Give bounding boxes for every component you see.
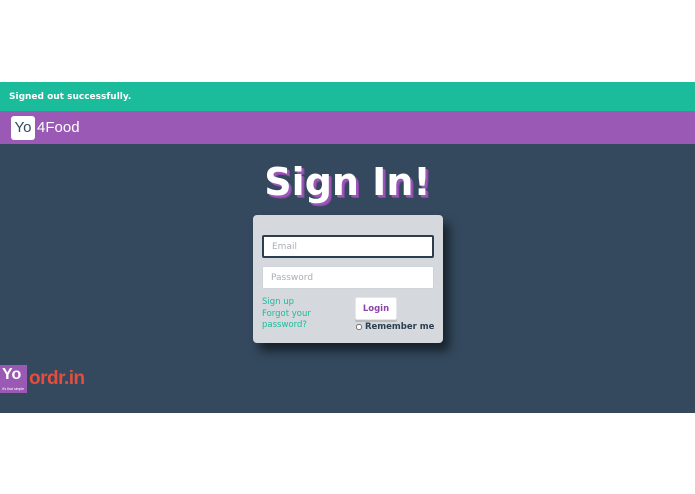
- footer-logos: Yo it's that simple ordr.in: [0, 365, 85, 393]
- remember-me-checkbox[interactable]: [356, 324, 362, 330]
- flash-notice: Signed out successfully.: [0, 82, 695, 111]
- top-navbar: Yo 4Food: [0, 111, 695, 144]
- app-root: Signed out successfully. Yo 4Food Sign I…: [0, 0, 695, 494]
- brand-logo-link[interactable]: Yo 4Food: [11, 115, 80, 140]
- remember-me-option[interactable]: Remember me: [356, 322, 434, 332]
- email-input[interactable]: [262, 235, 434, 258]
- remember-me-label: Remember me: [365, 322, 435, 332]
- yo-logo-tagline: it's that simple: [2, 387, 25, 391]
- brand-logo-box: Yo: [11, 115, 35, 140]
- login-button[interactable]: Login: [355, 297, 397, 320]
- ordrin-logo: ordr.in: [29, 368, 85, 389]
- brand-logo-text: 4Food: [37, 119, 80, 136]
- sign-in-form: Sign up Forgot your password? Login Reme…: [253, 215, 443, 343]
- yo-logo-text: Yo: [2, 366, 22, 383]
- flash-message: Signed out successfully.: [9, 91, 132, 102]
- form-links: Sign up Forgot your password?: [262, 297, 332, 332]
- password-input[interactable]: [262, 266, 434, 289]
- forgot-password-link[interactable]: Forgot your password?: [262, 309, 332, 332]
- page-title: Sign In!: [264, 160, 431, 204]
- yo-logo: Yo it's that simple: [0, 365, 27, 393]
- sign-up-link[interactable]: Sign up: [262, 297, 332, 309]
